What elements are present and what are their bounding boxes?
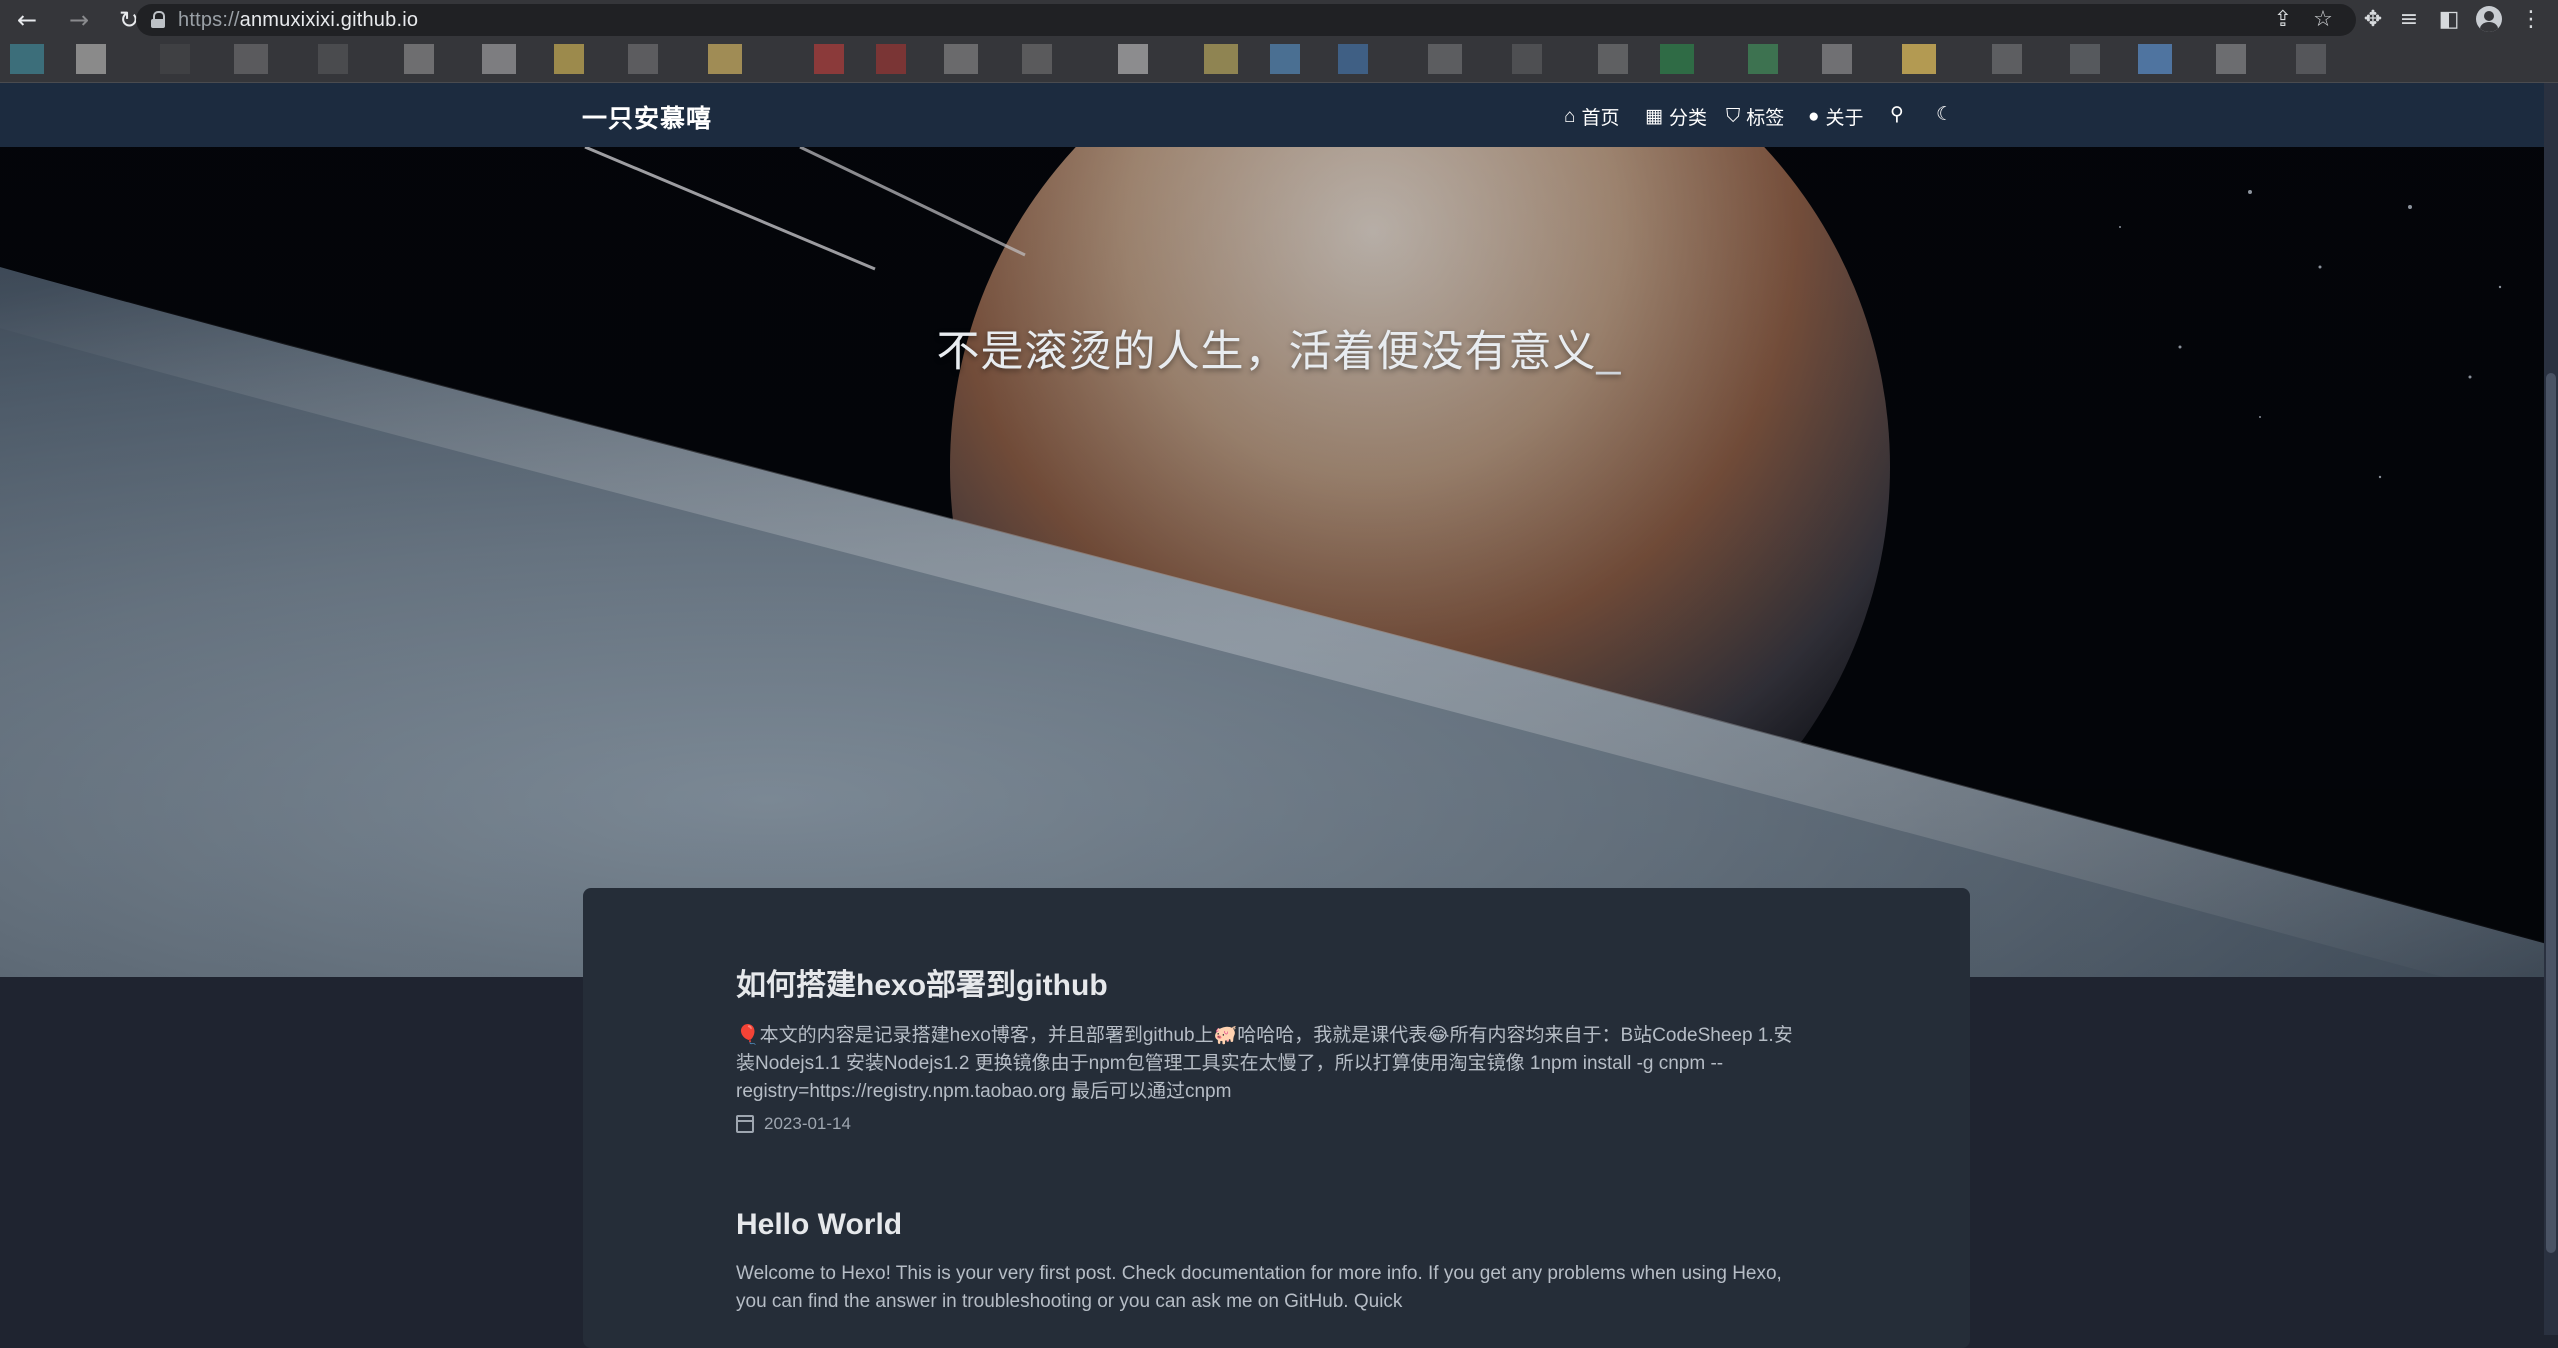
side-panel-icon[interactable]: ◧ [2434, 4, 2464, 34]
post-list: 如何搭建hexo部署到github 🎈本文的内容是记录搭建hexo博客，并且部署… [583, 888, 1970, 1348]
forward-button[interactable]: → [64, 5, 94, 35]
nav-item-label: 关于 [1825, 108, 1864, 129]
bookmark-item[interactable] [1338, 44, 1368, 74]
url-text[interactable]: https://anmuxixixi.github.io [178, 9, 418, 32]
bookmark-item[interactable] [876, 44, 906, 74]
bookmark-item[interactable] [10, 44, 44, 74]
bookmark-item[interactable] [2296, 44, 2326, 74]
site-navbar: 一只安慕嘻 ⌂ 首页 ▦ 分类 ⛉ 标签 ● 关于 ⚲ ☾ [0, 83, 2558, 147]
post-item: 如何搭建hexo部署到github 🎈本文的内容是记录搭建hexo博客，并且部署… [736, 960, 1796, 1134]
typing-cursor: _ [1596, 328, 1622, 376]
nav-item-label: 首页 [1581, 108, 1620, 129]
bookmark-item[interactable] [2070, 44, 2100, 74]
bookmark-item[interactable] [1022, 44, 1052, 74]
moon-icon: ☾ [1936, 104, 1954, 125]
bookmark-item[interactable] [404, 44, 434, 74]
banner-slogan: 不是滚烫的人生，活着便没有意义_ [0, 317, 2558, 379]
bookmark-item[interactable] [234, 44, 268, 74]
dark-mode-toggle[interactable]: ☾ [1936, 103, 1953, 126]
bookmark-item[interactable] [814, 44, 844, 74]
bookmark-item[interactable] [628, 44, 658, 74]
browser-toolbar: ← → ↻ https://anmuxixixi.github.io ⇪ ☆ ✥… [0, 0, 2558, 40]
hero-banner: 不是滚烫的人生，活着便没有意义_ [0, 147, 2558, 977]
nav-item-about[interactable]: ● 关于 [1808, 103, 1864, 130]
nav-item-home[interactable]: ⌂ 首页 [1564, 103, 1620, 130]
bookmark-item[interactable] [76, 44, 106, 74]
bookmark-item[interactable] [1748, 44, 1778, 74]
space-background-image [0, 147, 2558, 977]
site-title[interactable]: 一只安慕嘻 [582, 99, 712, 135]
nav-item-label: 标签 [1746, 108, 1785, 129]
lock-icon[interactable] [150, 11, 166, 29]
user-icon: ● [1808, 105, 1820, 127]
calendar-icon [736, 1115, 754, 1133]
tags-icon: ⛉ [1726, 105, 1741, 127]
bookmark-item[interactable] [708, 44, 742, 74]
home-icon: ⌂ [1564, 105, 1576, 127]
search-button[interactable]: ⚲ [1890, 103, 1904, 126]
bookmark-item[interactable] [318, 44, 348, 74]
browser-menu-icon[interactable]: ⋮ [2516, 4, 2546, 34]
scrollbar-thumb[interactable] [2546, 373, 2556, 1253]
back-button[interactable]: ← [12, 5, 42, 35]
bookmark-item[interactable] [1902, 44, 1936, 74]
post-date: 2023-01-14 [764, 1114, 851, 1133]
post-item: Hello World Welcome to Hexo! This is you… [736, 1208, 1796, 1316]
post-excerpt: 🎈本文的内容是记录搭建hexo博客，并且部署到github上🐖哈哈哈，我就是课代… [736, 1025, 1793, 1102]
bookmark-item[interactable] [1822, 44, 1852, 74]
profile-avatar-icon[interactable] [2474, 4, 2504, 34]
bookmarks-bar [0, 40, 2558, 83]
post-title[interactable]: 如何搭建hexo部署到github [736, 960, 1796, 1004]
nav-item-categories[interactable]: ▦ 分类 [1645, 103, 1707, 130]
post-excerpt: Welcome to Hexo! This is your very first… [736, 1263, 1782, 1312]
back-arrow-icon: ← [16, 6, 38, 34]
post-title[interactable]: Hello World [736, 1208, 1796, 1242]
categories-icon: ▦ [1645, 106, 1663, 127]
bookmark-item[interactable] [1992, 44, 2022, 74]
bookmark-item[interactable] [482, 44, 516, 74]
bookmark-star-icon[interactable]: ☆ [2308, 4, 2338, 34]
bookmark-item[interactable] [1598, 44, 1628, 74]
extensions-icon[interactable]: ✥ [2358, 4, 2388, 34]
bookmark-item[interactable] [554, 44, 584, 74]
bookmark-item[interactable] [1428, 44, 1462, 74]
slogan-text: 不是滚烫的人生，活着便没有意义 [936, 328, 1597, 376]
url-scheme: https:// [178, 8, 240, 31]
bookmark-item[interactable] [1512, 44, 1542, 74]
page-scrollbar[interactable] [2544, 83, 2558, 1335]
nav-item-label: 分类 [1668, 108, 1707, 129]
bookmark-item[interactable] [944, 44, 978, 74]
bookmark-item[interactable] [2138, 44, 2172, 74]
bookmark-item[interactable] [1270, 44, 1300, 74]
media-controls-icon[interactable]: ≡ [2394, 4, 2424, 34]
search-icon: ⚲ [1890, 104, 1904, 125]
forward-arrow-icon: → [68, 6, 90, 34]
bookmark-item[interactable] [2216, 44, 2246, 74]
url-host: anmuxixixi.github.io [239, 8, 419, 31]
address-bar[interactable]: https://anmuxixixi.github.io [136, 4, 2356, 36]
bookmark-item[interactable] [1118, 44, 1148, 74]
nav-item-tags[interactable]: ⛉ 标签 [1726, 103, 1784, 130]
bookmark-item[interactable] [160, 44, 190, 74]
share-icon[interactable]: ⇪ [2268, 4, 2298, 34]
post-meta: 2023-01-14 [736, 1114, 1796, 1134]
bookmark-item[interactable] [1204, 44, 1238, 74]
bookmark-item[interactable] [1660, 44, 1694, 74]
